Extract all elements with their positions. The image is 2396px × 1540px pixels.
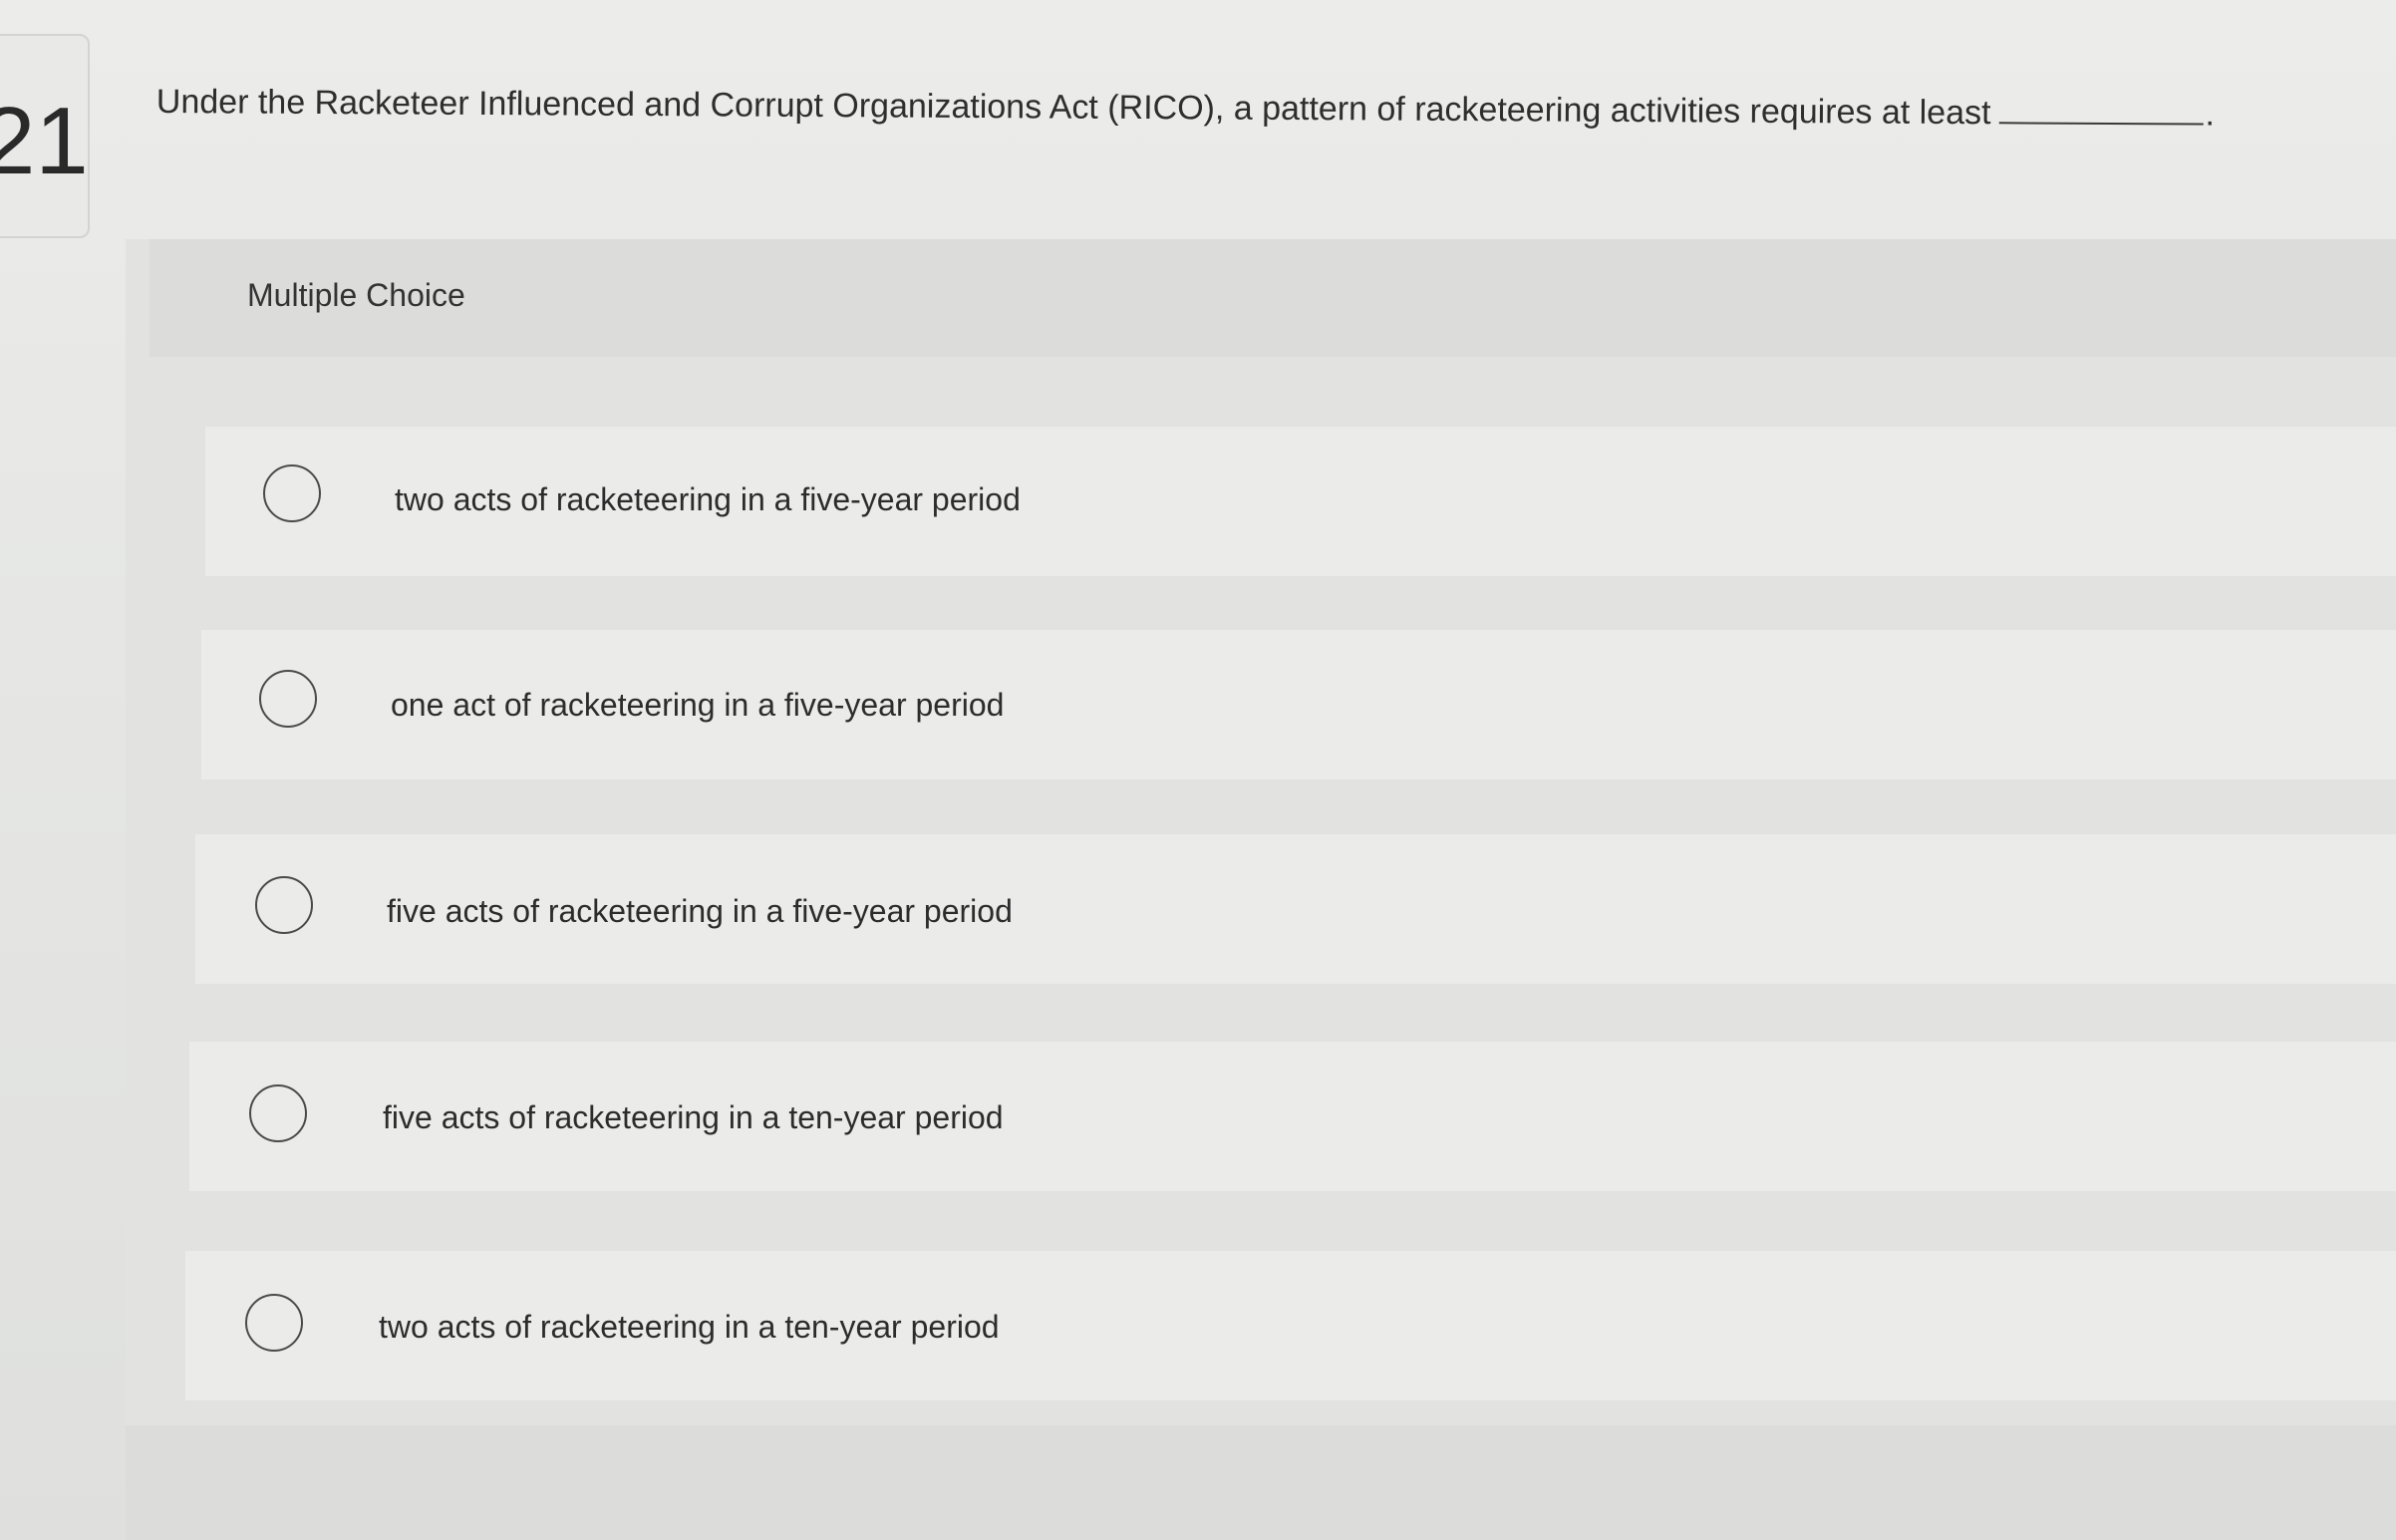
choice-option-3-label: five acts of racketeering in a five-year…	[387, 893, 1013, 929]
question-number-box: 21	[0, 34, 90, 238]
question-text: Under the Racketeer Influenced and Corru…	[155, 82, 1991, 133]
choice-option-2[interactable]: one act of racketeering in a five-year p…	[201, 630, 2396, 779]
radio-button-option-3[interactable]	[255, 876, 313, 934]
answer-blank	[1998, 92, 2204, 126]
quiz-page: 21 Under the Racketeer Influenced and Co…	[0, 0, 2396, 1540]
radio-button-option-2[interactable]	[259, 670, 317, 728]
multiple-choice-header	[150, 239, 2396, 357]
choice-option-2-label: one act of racketeering in a five-year p…	[391, 687, 1005, 723]
choice-option-1-label: two acts of racketeering in a five-year …	[395, 481, 1021, 517]
choice-option-4[interactable]: five acts of racketeering in a ten-year …	[189, 1042, 2396, 1191]
choice-option-5-label: two acts of racketeering in a ten-year p…	[379, 1309, 1000, 1345]
multiple-choice-label: Multiple Choice	[247, 277, 465, 313]
radio-button-option-5[interactable]	[245, 1294, 303, 1352]
panel-bottom	[126, 1425, 2396, 1540]
radio-button-option-4[interactable]	[249, 1084, 307, 1142]
choice-option-5[interactable]: two acts of racketeering in a ten-year p…	[185, 1251, 2396, 1400]
choice-option-3[interactable]: five acts of racketeering in a five-year…	[195, 834, 2396, 984]
radio-button-option-1[interactable]	[263, 464, 321, 522]
question-prompt: Under the Racketeer Influenced and Corru…	[156, 80, 2369, 138]
question-end-punct: .	[2205, 95, 2216, 134]
question-number: 21	[0, 88, 89, 194]
choice-option-4-label: five acts of racketeering in a ten-year …	[383, 1099, 1004, 1135]
choice-option-1[interactable]: two acts of racketeering in a five-year …	[205, 427, 2396, 576]
